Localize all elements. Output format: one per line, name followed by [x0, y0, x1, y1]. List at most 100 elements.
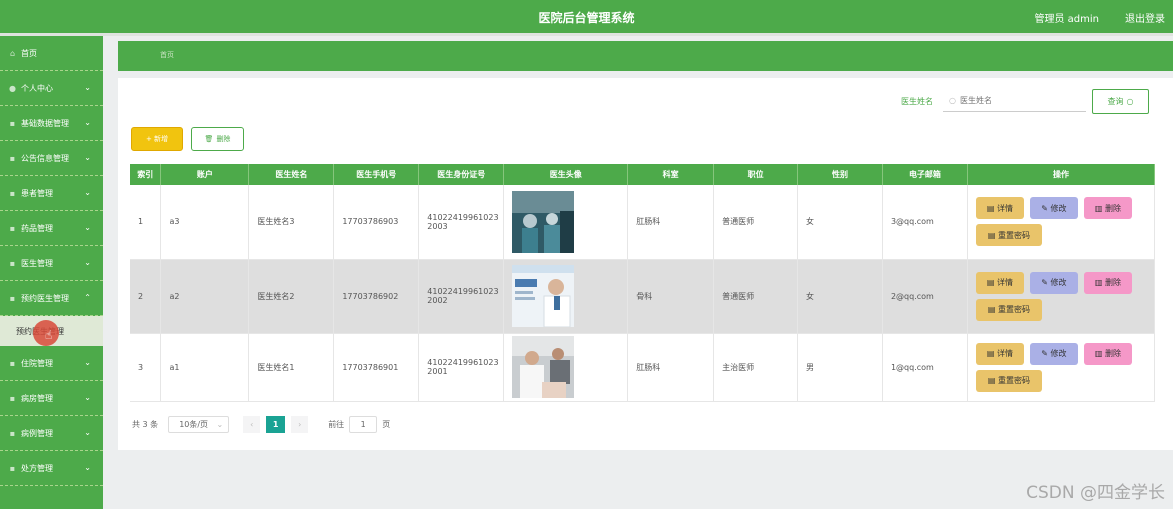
sidebar-item-appointment[interactable]: ▪ 预约医生管理 ⌃: [0, 281, 103, 316]
chevron-down-icon: ⌄: [84, 463, 91, 472]
doc-icon: ▤: [986, 349, 995, 358]
reset-password-button[interactable]: ▤ 重置密码: [975, 224, 1042, 247]
add-button[interactable]: + 新增: [131, 127, 183, 151]
doctor-photo: [512, 265, 575, 327]
batch-delete-button[interactable]: 🗑 删除: [191, 127, 244, 151]
calendar-icon: ▪: [9, 293, 16, 303]
admin-label: 管理员 admin: [1034, 14, 1099, 25]
doc-icon: ▤: [986, 203, 995, 213]
chevron-down-icon: ⌄: [84, 258, 91, 267]
chevron-down-icon: ⌄: [84, 188, 91, 197]
trash-icon: ▥: [1094, 203, 1103, 213]
detail-button[interactable]: ▤ 详情: [975, 197, 1024, 220]
medicine-icon: ▪: [9, 223, 16, 233]
table-header: 索引 账户 医生姓名 医生手机号 医生身份证号 医生头像 科室 职位 性别 电子…: [130, 164, 1156, 185]
logout-link[interactable]: 退出登录: [1125, 10, 1165, 25]
app-title: 医院后台管理系统: [538, 11, 635, 25]
sidebar-item-prescription[interactable]: ▪ 处方管理 ⌄: [0, 451, 103, 486]
doctor-photo: [512, 190, 575, 253]
delete-button[interactable]: ▥ 删除: [1083, 342, 1132, 365]
doc-icon: ▤: [987, 376, 996, 385]
sidebar-item-home[interactable]: ⌂ 首页: [0, 36, 103, 71]
pencil-icon: ✎: [1041, 203, 1048, 213]
sidebar-item-ward[interactable]: ▪ 病房管理 ⌄: [0, 381, 103, 416]
notice-icon: ▪: [9, 153, 16, 163]
sidebar-item-inpatient[interactable]: ▪ 住院管理 ⌄: [0, 346, 103, 381]
search-input[interactable]: [959, 96, 1070, 105]
patient-icon: ▪: [9, 188, 16, 198]
column-header: 账户: [160, 164, 250, 185]
table-row: 3 a1 医生姓名1 17703786901 41022419961023 20…: [130, 333, 1156, 402]
goto-page-input[interactable]: 1: [349, 415, 378, 433]
detail-button[interactable]: ▤ 详情: [975, 342, 1024, 365]
bed-icon: ▪: [9, 358, 16, 368]
detail-button[interactable]: ▤ 详情: [975, 271, 1024, 294]
edit-button[interactable]: ✎ 修改: [1029, 271, 1078, 294]
column-header: 性别: [797, 164, 883, 185]
table-row: 2 a2 医生姓名2 17703786902 41022419961023 20…: [130, 259, 1156, 334]
doctor-icon: ▪: [9, 258, 16, 268]
top-header: 医院后台管理系统 管理员 admin 退出登录: [0, 0, 1173, 33]
doc-icon: ▤: [987, 305, 996, 314]
prev-page-button[interactable]: ‹: [243, 415, 261, 433]
sidebar-item-basic-data[interactable]: ▪ 基础数据管理 ⌄: [0, 106, 103, 141]
column-header: 医生头像: [503, 164, 629, 185]
delete-button[interactable]: ▥ 删除: [1083, 271, 1132, 294]
main-content: 首页 医生姓名 ○ 查询 ○ + 新增 🗑 删除 索引 账户 医生姓名: [103, 36, 1173, 509]
reset-password-button[interactable]: ▤ 重置密码: [975, 298, 1042, 321]
column-header: 索引: [130, 164, 162, 185]
chevron-down-icon: ⌄: [84, 83, 91, 92]
case-icon: ▪: [9, 428, 16, 438]
goto-label: 前往: [328, 419, 345, 429]
page-number-button[interactable]: 1: [266, 415, 286, 433]
sidebar-item-notice[interactable]: ▪ 公告信息管理 ⌄: [0, 141, 103, 176]
sidebar-item-medicine[interactable]: ▪ 药品管理 ⌄: [0, 211, 103, 246]
pencil-icon: ✎: [1041, 278, 1048, 287]
edit-button[interactable]: ✎ 修改: [1029, 342, 1078, 365]
page-size-select[interactable]: 10条/页 ⌄: [168, 415, 230, 433]
hand-cursor-icon: ☝: [45, 328, 53, 342]
doctor-photo: [512, 336, 575, 398]
search-icon: ○: [949, 96, 956, 105]
search-button[interactable]: 查询 ○: [1092, 89, 1149, 114]
next-page-button[interactable]: ›: [291, 415, 309, 433]
search-label: 医生姓名: [901, 97, 933, 106]
column-header: 科室: [627, 164, 715, 185]
column-header: 职位: [713, 164, 799, 185]
column-header: 电子邮箱: [882, 164, 968, 185]
chevron-down-icon: ⌄: [84, 428, 91, 437]
home-icon: ⌂: [9, 48, 16, 58]
prescription-icon: ▪: [9, 463, 16, 473]
ward-icon: ▪: [9, 393, 16, 403]
user-icon: ●: [9, 83, 16, 93]
list-panel: 医生姓名 ○ 查询 ○ + 新增 🗑 删除 索引 账户 医生姓名 医生手机号: [118, 78, 1173, 450]
total-count: 共 3 条: [132, 419, 159, 429]
delete-button[interactable]: ▥ 删除: [1083, 197, 1132, 220]
search-field[interactable]: ○: [943, 90, 1086, 112]
sidebar-item-personal[interactable]: ● 个人中心 ⌄: [0, 71, 103, 106]
pagination: 共 3 条 10条/页 ⌄ ‹ 1 › 前往 1 页: [132, 415, 390, 433]
column-header: 医生姓名: [248, 164, 335, 185]
doc-icon: ▤: [986, 278, 995, 287]
sidebar-item-patient[interactable]: ▪ 患者管理 ⌄: [0, 176, 103, 211]
column-header: 医生身份证号: [418, 164, 505, 185]
trash-icon: ▥: [1094, 278, 1103, 287]
search-icon: ○: [1126, 97, 1134, 106]
doctor-table: 索引 账户 医生姓名 医生手机号 医生身份证号 医生头像 科室 职位 性别 电子…: [130, 164, 1156, 402]
sidebar-subitem-appointment[interactable]: 预约医生管理 ☝: [0, 316, 103, 346]
edit-button[interactable]: ✎ 修改: [1029, 197, 1078, 220]
trash-icon: 🗑: [204, 135, 214, 143]
doc-icon: ▤: [987, 230, 996, 240]
sidebar-item-doctor[interactable]: ▪ 医生管理 ⌄: [0, 246, 103, 281]
chevron-down-icon: ⌄: [84, 393, 91, 402]
chevron-down-icon: ⌄: [84, 153, 91, 162]
chevron-up-icon: ⌃: [84, 293, 91, 302]
chevron-down-icon: ⌄: [84, 358, 91, 367]
chevron-down-icon: ⌄: [84, 223, 91, 232]
sidebar-item-case[interactable]: ▪ 病例管理 ⌄: [0, 416, 103, 451]
watermark: CSDN @四金学长: [1026, 483, 1165, 503]
reset-password-button[interactable]: ▤ 重置密码: [975, 369, 1042, 392]
breadcrumb-home[interactable]: 首页: [160, 50, 174, 60]
pencil-icon: ✎: [1041, 349, 1048, 358]
trash-icon: ▥: [1094, 349, 1103, 358]
